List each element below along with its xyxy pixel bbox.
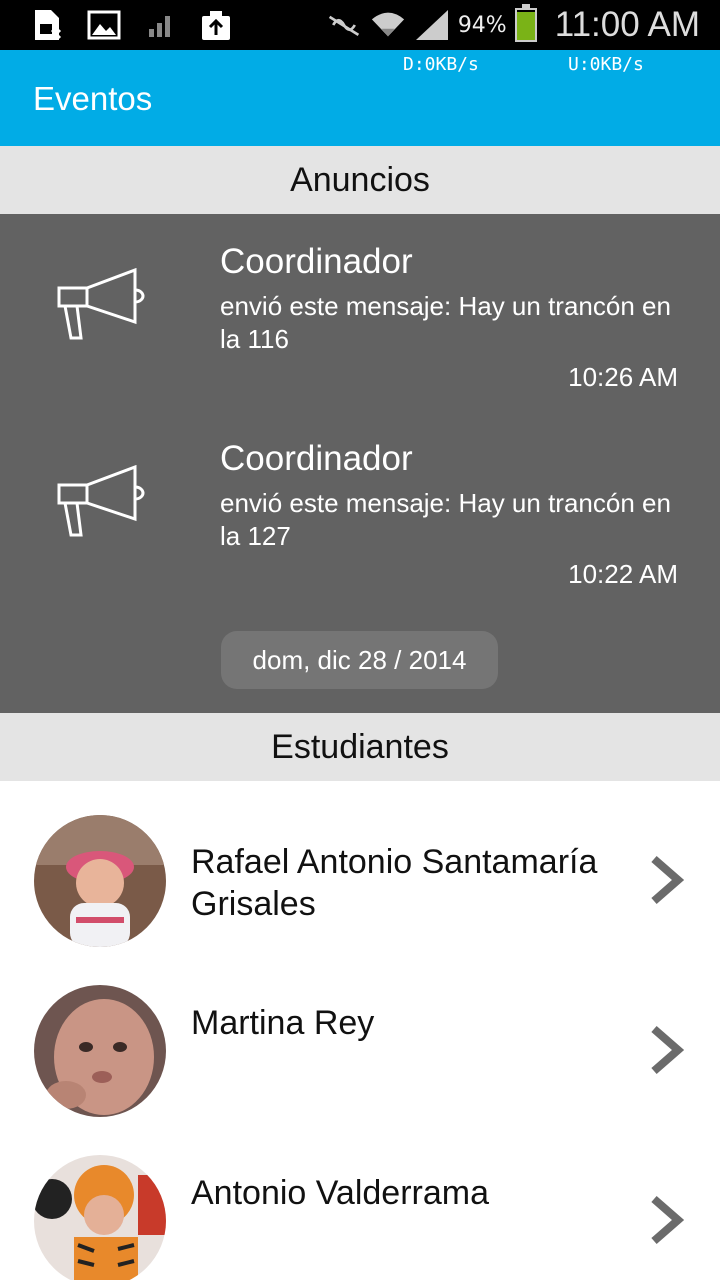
image-icon xyxy=(86,8,122,42)
sim-card-error-icon xyxy=(30,8,66,42)
student-row[interactable]: Martina Rey xyxy=(0,951,720,1121)
student-name: Rafael Antonio Santamaría Grisales xyxy=(191,843,598,923)
announcements-header: Anuncios xyxy=(0,146,720,214)
avatar xyxy=(34,1155,166,1280)
megaphone-icon xyxy=(57,465,145,537)
system-icons: 94% 11:00 AM xyxy=(326,0,700,50)
avatar xyxy=(34,985,166,1117)
students-header: Estudiantes xyxy=(0,713,720,781)
battery-icon xyxy=(514,4,537,42)
page-title: Eventos xyxy=(33,80,153,117)
wifi-icon xyxy=(370,8,406,42)
clock: 11:00 AM xyxy=(554,5,700,44)
announcement-message: envió este mensaje: Hay un trancón en la… xyxy=(220,488,671,551)
announcement-message: envió este mensaje: Hay un trancón en la… xyxy=(220,291,671,354)
student-name: Antonio Valderrama xyxy=(191,1174,489,1212)
announcement-item[interactable]: Coordinador envió este mensaje: Hay un t… xyxy=(0,242,720,432)
chevron-right-icon[interactable] xyxy=(648,1025,684,1075)
announcement-sender: Coordinador xyxy=(220,242,413,281)
battery-level-fill xyxy=(516,11,535,40)
nfc-muted-icon xyxy=(326,8,362,42)
battery-percent: 94% xyxy=(457,12,507,38)
notification-icons xyxy=(30,8,234,42)
student-row[interactable]: Rafael Antonio Santamaría Grisales xyxy=(0,781,720,951)
chevron-right-icon[interactable] xyxy=(648,855,684,905)
student-name: Martina Rey xyxy=(191,1004,375,1042)
announcement-item[interactable]: Coordinador envió este mensaje: Hay un t… xyxy=(0,439,720,629)
announcement-time: 10:22 AM xyxy=(568,559,678,589)
announcements-panel: Coordinador envió este mensaje: Hay un t… xyxy=(0,214,720,713)
student-row[interactable]: Antonio Valderrama xyxy=(0,1121,720,1280)
avatar xyxy=(34,815,166,947)
cell-signal-icon xyxy=(414,8,450,42)
students-list: Rafael Antonio Santamaría Grisales Marti… xyxy=(0,781,720,1280)
upload-speed: U:0KB/s xyxy=(568,54,644,75)
download-speed: D:0KB/s xyxy=(403,54,479,75)
clipboard-upload-icon xyxy=(198,8,234,42)
signal-small-icon xyxy=(142,8,178,42)
announcement-sender: Coordinador xyxy=(220,439,413,478)
date-chip: dom, dic 28 / 2014 xyxy=(221,631,498,689)
app-bar: D:0KB/s U:0KB/s Eventos xyxy=(0,50,720,146)
megaphone-icon xyxy=(57,268,145,340)
status-bar: 94% 11:00 AM xyxy=(0,0,720,50)
chevron-right-icon[interactable] xyxy=(648,1195,684,1245)
announcement-time: 10:26 AM xyxy=(568,362,678,392)
